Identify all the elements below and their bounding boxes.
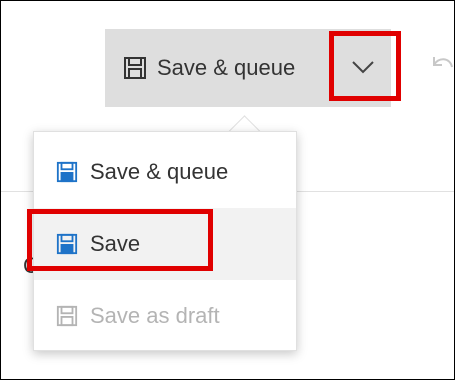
- menu-item-label: Save as draft: [90, 303, 220, 328]
- screenshot-frame: Save & queue C Save & queue Save Save as…: [0, 0, 455, 380]
- highlight-box-save: [27, 209, 213, 271]
- save-queue-label: Save & queue: [157, 55, 296, 80]
- undo-icon[interactable]: [426, 51, 455, 81]
- save-icon: [56, 305, 78, 327]
- menu-item-save-as-draft[interactable]: Save as draft: [34, 280, 296, 352]
- menu-item-label: Save & queue: [90, 159, 229, 184]
- save-icon: [124, 57, 146, 79]
- menu-item-save-queue[interactable]: Save & queue: [34, 136, 296, 208]
- highlight-box-chevron: [329, 31, 401, 101]
- save-icon: [56, 161, 78, 183]
